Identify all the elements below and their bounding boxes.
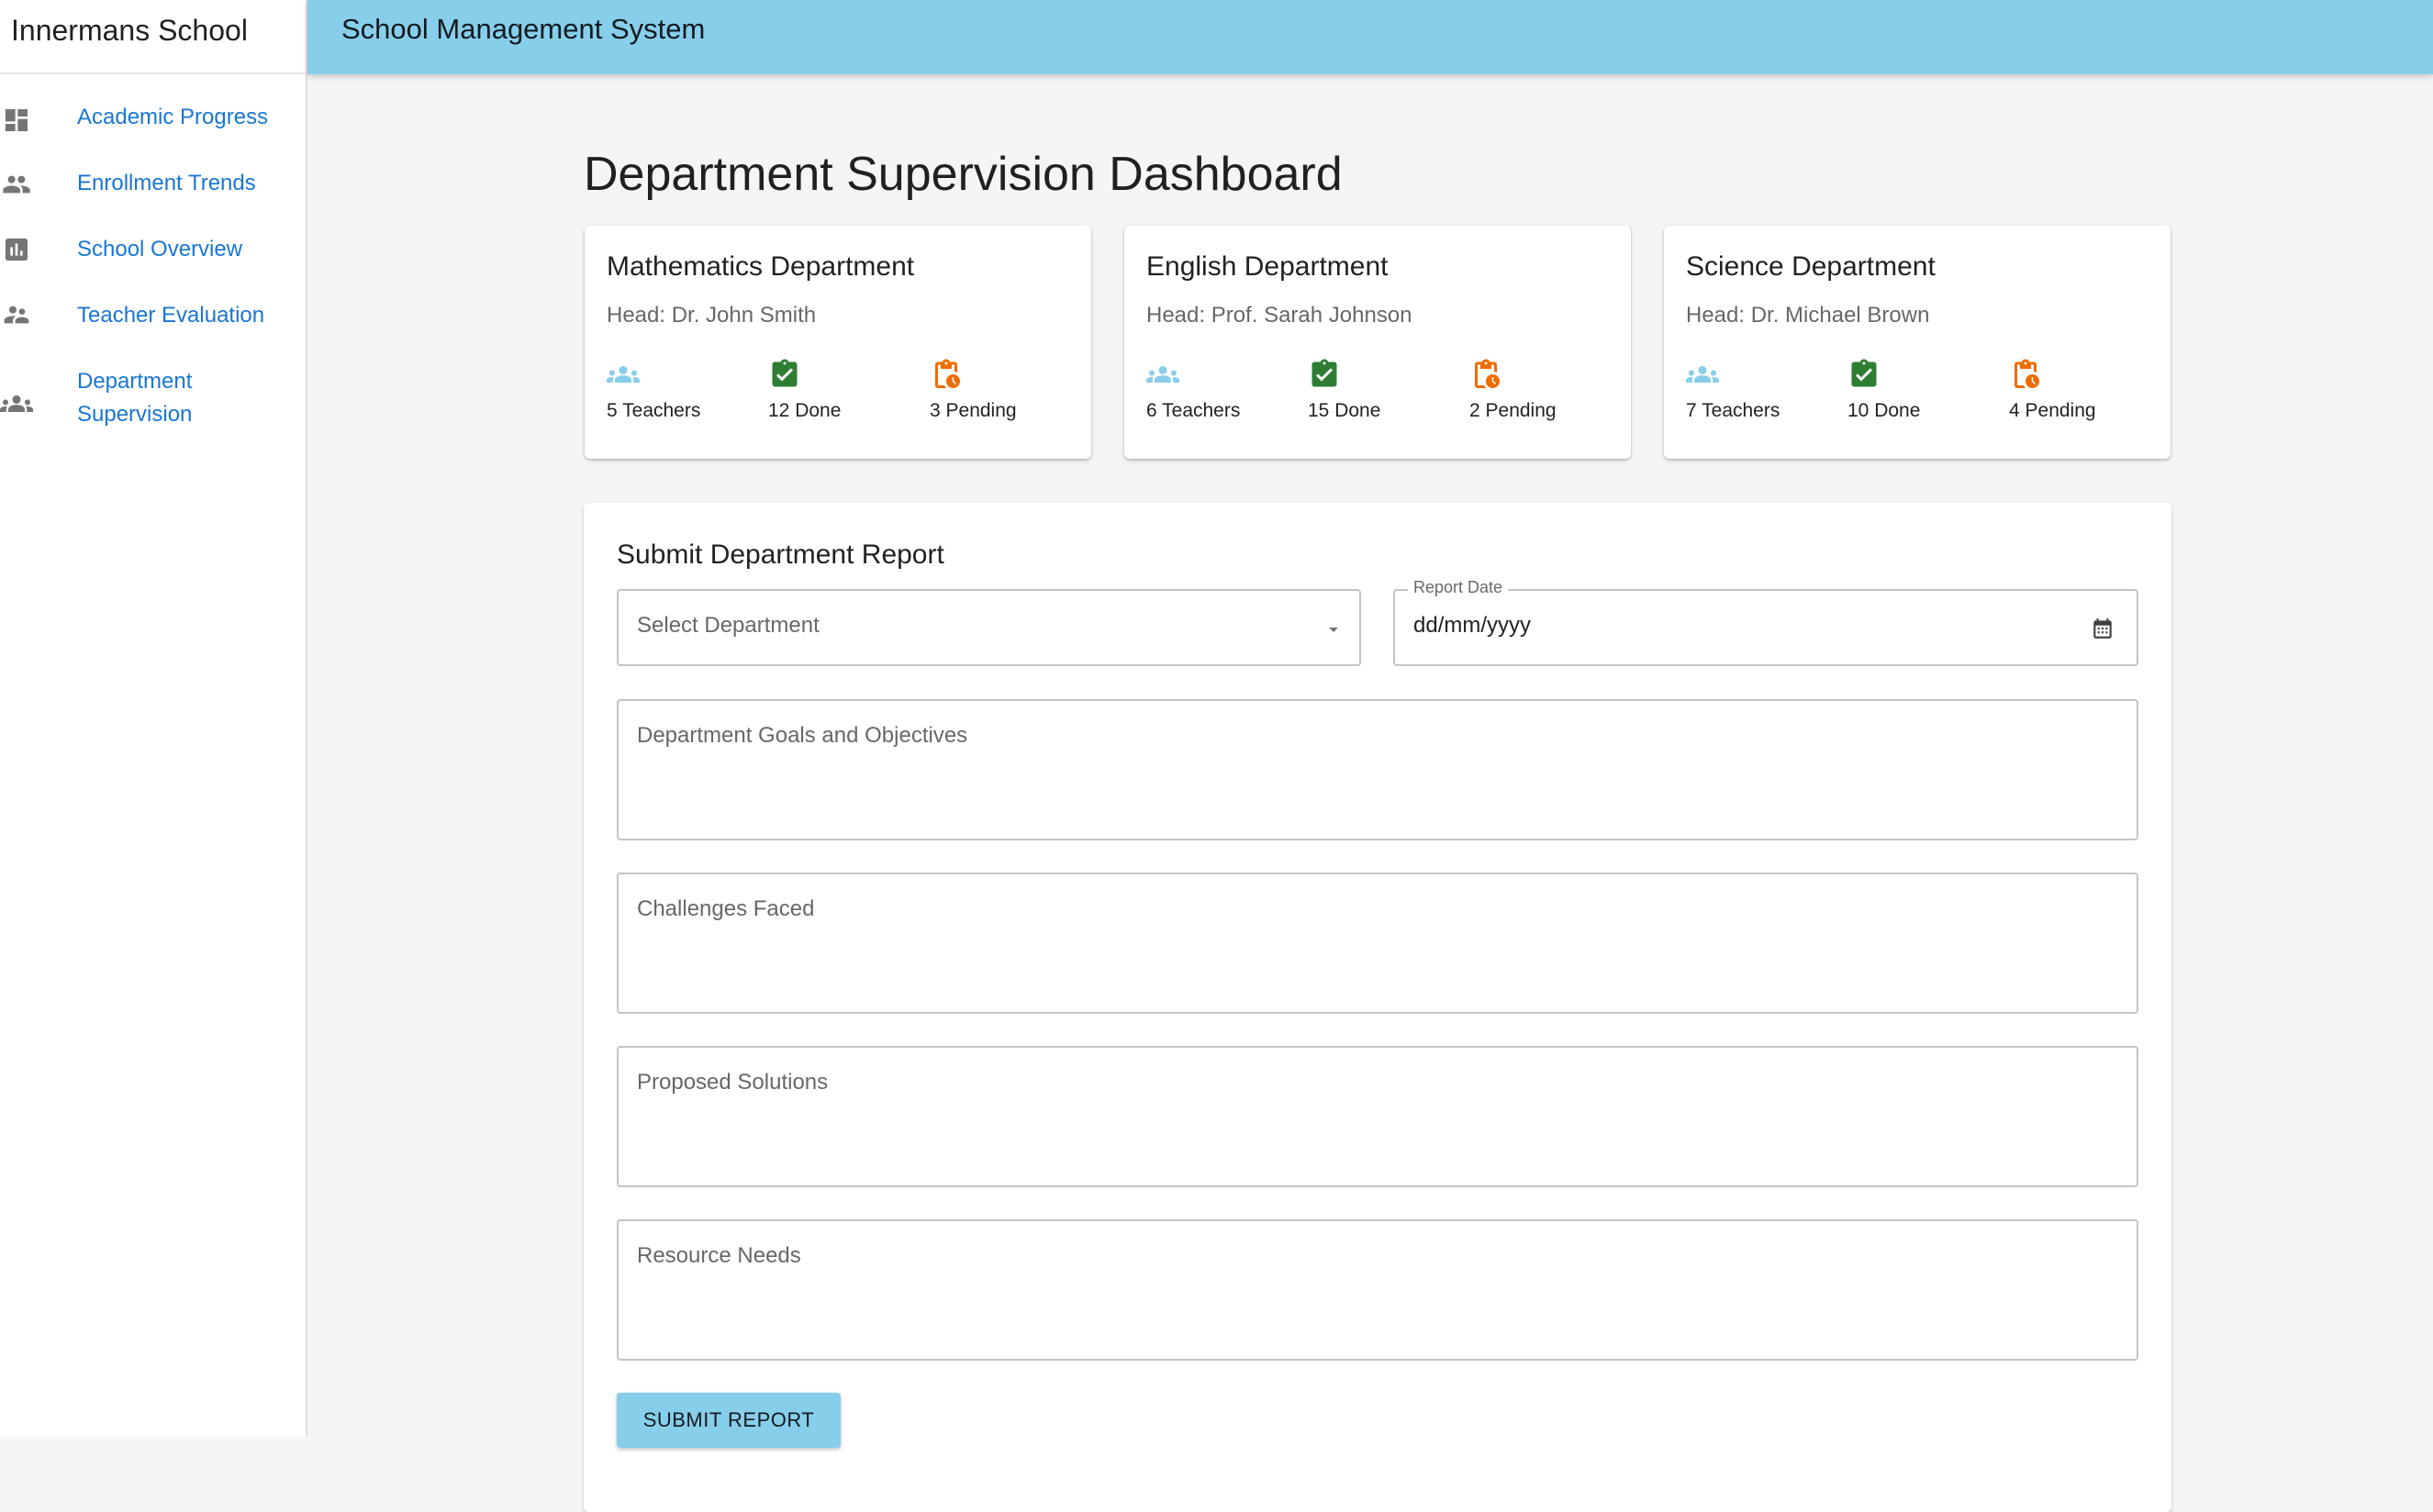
report-date-value[interactable]: dd/mm/yyyy [1413, 613, 1531, 639]
app-title: School Management System [341, 13, 706, 45]
pending-stat: 2 Pending [1469, 358, 1557, 421]
department-select[interactable]: Select Department [617, 589, 1361, 666]
resources-textarea[interactable]: Resource Needs [617, 1219, 2138, 1361]
teachers-stat: 5 Teachers [607, 358, 700, 421]
sidebar-item-enrollment-trends[interactable]: Enrollment Trends [0, 167, 307, 200]
app-bar: School Management System [307, 0, 2433, 74]
sidebar: Innermans School Academic Progress Enrol… [0, 0, 307, 1437]
pending-count: 3 Pending [930, 400, 1017, 421]
groups-icon [0, 395, 33, 412]
report-form-panel: Submit Department Report Select Departme… [584, 503, 2171, 1512]
sidebar-item-label-line-1[interactable]: Department [77, 365, 192, 398]
dashboard-icon [6, 109, 28, 131]
solutions-placeholder: Proposed Solutions [637, 1070, 829, 1095]
done-count: 15 Done [1308, 400, 1381, 421]
solutions-textarea[interactable]: Proposed Solutions [617, 1046, 2138, 1187]
assignment-done-icon [772, 359, 798, 387]
department-name: Science Department [1686, 251, 1936, 282]
groups-icon [1686, 366, 1719, 383]
teachers-count: 6 Teachers [1146, 400, 1241, 421]
department-head: Head: Dr. Michael Brown [1686, 303, 1930, 328]
department-head: Head: Dr. John Smith [607, 303, 817, 328]
sidebar-item-department-supervision[interactable]: Department Supervision [0, 365, 307, 431]
done-stat: 15 Done [1308, 358, 1380, 421]
department-select-placeholder: Select Department [637, 613, 820, 638]
done-stat: 10 Done [1847, 358, 1920, 421]
department-card-mathematics: Mathematics Department Head: Dr. John Sm… [585, 226, 1091, 459]
sidebar-item-label[interactable]: Department Supervision [77, 365, 192, 431]
challenges-textarea[interactable]: Challenges Faced [617, 873, 2138, 1014]
pending-actions-icon [1475, 359, 1500, 388]
resources-placeholder: Resource Needs [637, 1243, 801, 1268]
submit-report-button[interactable]: SUBMIT REPORT [617, 1393, 841, 1448]
sidebar-item-label[interactable]: Enrollment Trends [77, 167, 256, 200]
school-name: Innermans School [0, 0, 306, 74]
teachers-count: 7 Teachers [1686, 400, 1780, 421]
department-card-science: Science Department Head: Dr. Michael Bro… [1664, 226, 2171, 459]
sidebar-item-label-line-2[interactable]: Supervision [77, 398, 192, 431]
goals-textarea[interactable]: Department Goals and Objectives [617, 699, 2138, 840]
teachers-count: 5 Teachers [607, 400, 701, 421]
sidebar-item-teacher-evaluation[interactable]: Teacher Evaluation [0, 299, 307, 332]
teachers-stat: 6 Teachers [1146, 358, 1240, 421]
report-form-title: Submit Department Report [617, 539, 944, 570]
report-date-field[interactable]: Report Date dd/mm/yyyy [1393, 578, 2138, 666]
bar-chart-icon [6, 239, 28, 261]
pending-count: 2 Pending [1469, 400, 1557, 421]
page-title: Department Supervision Dashboard [584, 148, 1343, 201]
groups-icon [607, 366, 640, 383]
pending-actions-icon [935, 359, 960, 388]
department-name: English Department [1146, 251, 1389, 282]
sidebar-item-label[interactable]: Academic Progress [77, 101, 268, 134]
done-count: 12 Done [768, 400, 842, 421]
people-icon [3, 175, 30, 194]
done-count: 10 Done [1847, 400, 1921, 421]
calendar-icon[interactable] [2091, 617, 2115, 640]
pending-stat: 4 Pending [2009, 358, 2096, 421]
sidebar-item-school-overview[interactable]: School Overview [0, 233, 307, 266]
pending-count: 4 Pending [2009, 400, 2096, 421]
groups-icon [1146, 366, 1179, 383]
sidebar-item-academic-progress[interactable]: Academic Progress [0, 101, 307, 134]
department-card-english: English Department Head: Prof. Sarah Joh… [1124, 226, 1631, 459]
teachers-stat: 7 Teachers [1686, 358, 1780, 421]
pending-actions-icon [2014, 359, 2039, 388]
department-head: Head: Prof. Sarah Johnson [1146, 303, 1412, 328]
department-name: Mathematics Department [607, 251, 915, 282]
assignment-done-icon [1851, 359, 1877, 387]
pending-stat: 3 Pending [930, 358, 1017, 421]
report-date-label: Report Date [1408, 578, 1509, 597]
sidebar-item-label[interactable]: School Overview [77, 233, 242, 266]
assignment-done-icon [1311, 359, 1337, 387]
done-stat: 12 Done [768, 358, 841, 421]
sidebar-item-label[interactable]: Teacher Evaluation [77, 299, 264, 332]
supervisor-icon [4, 306, 29, 324]
goals-placeholder: Department Goals and Objectives [637, 723, 968, 748]
challenges-placeholder: Challenges Faced [637, 896, 815, 921]
dropdown-arrow-icon[interactable] [1323, 618, 1345, 640]
